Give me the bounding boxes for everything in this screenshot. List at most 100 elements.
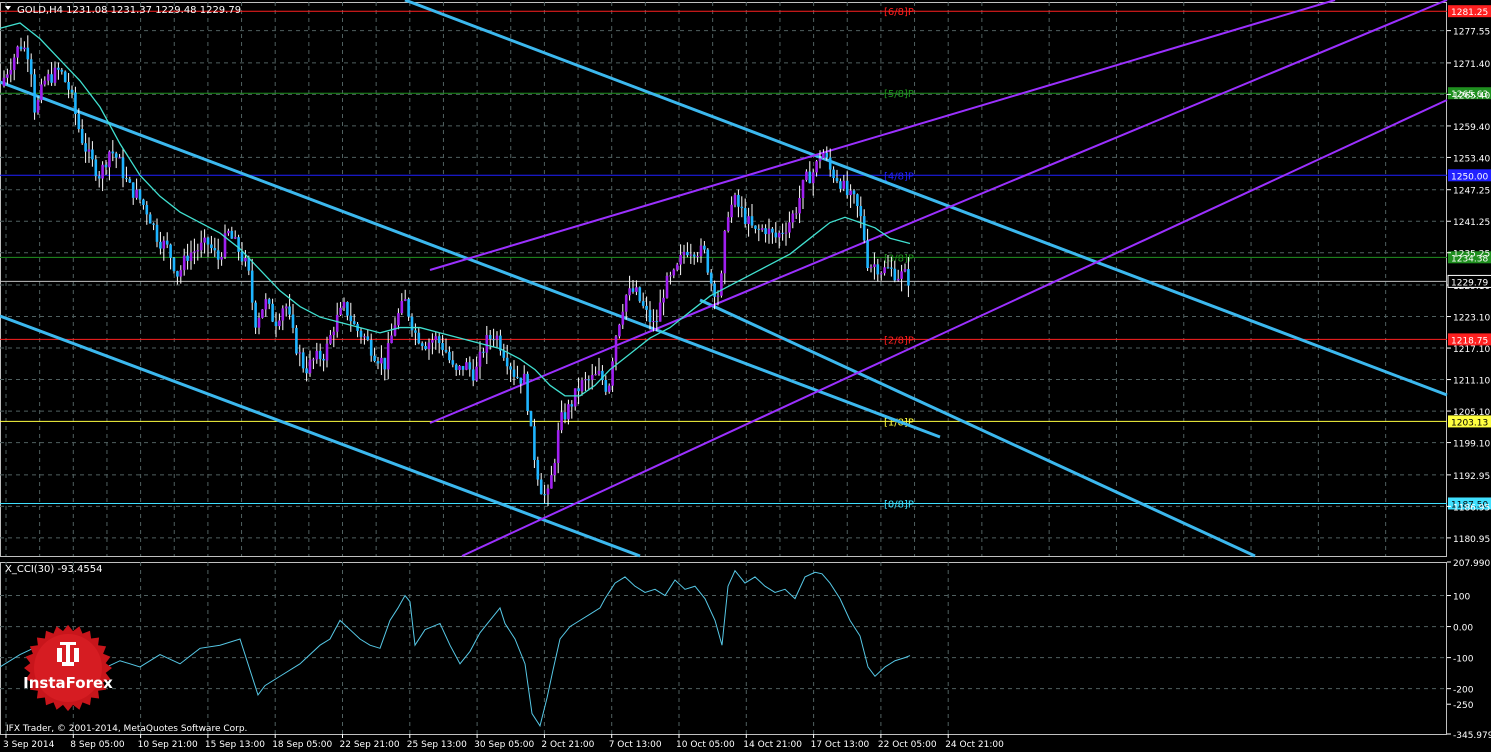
candle-body: [16, 46, 19, 58]
candle-body: [244, 257, 247, 262]
candle-body: [199, 242, 203, 251]
candle-body: [747, 216, 750, 224]
candle-body: [794, 213, 798, 215]
murrey-price-text: 1203.13: [1451, 418, 1488, 428]
candle-body: [414, 330, 417, 333]
candle-body: [233, 237, 237, 239]
candle-body: [509, 366, 512, 370]
candle-body: [441, 343, 444, 350]
candle-body: [322, 358, 325, 361]
candle-body: [461, 365, 465, 370]
candle-body: [597, 370, 601, 375]
candle-body: [57, 67, 60, 70]
chart-background: [0, 0, 1491, 752]
candle-body: [635, 287, 638, 292]
candle-body: [658, 302, 662, 322]
candle-body: [818, 158, 822, 162]
candle-body: [553, 463, 557, 476]
time-label: 10 Oct 05:00: [676, 740, 735, 750]
candle-body: [458, 365, 461, 370]
price-label: 1192.95: [1453, 472, 1490, 482]
candle-body: [900, 271, 903, 279]
candle-body: [427, 342, 431, 350]
candle-body: [482, 351, 485, 353]
candle-body: [665, 275, 669, 298]
candle-body: [26, 47, 30, 60]
candle-body: [91, 149, 94, 160]
candle-body: [679, 254, 682, 265]
candle-body: [359, 330, 363, 337]
price-label: 1199.10: [1453, 440, 1490, 450]
candle-body: [308, 359, 312, 374]
candle-body: [743, 208, 747, 224]
candle-body: [325, 343, 329, 361]
candle-body: [692, 254, 696, 257]
candle-body: [774, 232, 778, 238]
candle-body: [631, 288, 635, 292]
candle-body: [142, 199, 145, 205]
candle-body: [437, 336, 441, 344]
candle-body: [859, 206, 863, 217]
price-label: 1277.55: [1453, 28, 1490, 38]
candle-body: [652, 321, 655, 323]
candle-body: [465, 362, 468, 370]
candle-body: [227, 230, 230, 234]
candle-body: [556, 430, 560, 464]
candle-body: [512, 369, 516, 377]
time-label: 2 Oct 21:00: [541, 740, 594, 750]
candle-body: [706, 249, 710, 273]
candle-body: [907, 269, 910, 286]
candle-body: [131, 182, 135, 198]
time-label: 8 Sep 05:00: [70, 740, 125, 750]
candle-body: [138, 189, 142, 200]
candle-body: [108, 151, 111, 168]
candle-body: [580, 380, 584, 392]
candle-body: [815, 161, 818, 173]
murrey-label: [0/8]P: [884, 499, 914, 510]
candle-body: [46, 74, 50, 81]
candle-body: [159, 241, 162, 249]
candle-body: [760, 228, 764, 230]
candle-body: [781, 232, 784, 234]
candle-body: [638, 287, 642, 302]
candle-body: [832, 169, 835, 178]
candle-body: [709, 272, 713, 284]
candle-body: [267, 299, 271, 304]
candle-body: [492, 339, 495, 341]
candle-body: [689, 254, 693, 256]
time-label: 10 Sep 21:00: [138, 740, 198, 750]
candle-body: [40, 84, 43, 101]
candle-body: [162, 240, 166, 249]
candle-body: [257, 317, 261, 328]
cci-label: 207.9907: [1453, 559, 1491, 569]
candle-body: [896, 278, 900, 281]
candle-body: [264, 299, 268, 310]
candle-body: [84, 143, 87, 152]
candle-body: [424, 345, 427, 350]
candle-body: [128, 179, 132, 183]
murrey-label: [4/8]P: [884, 171, 914, 182]
candle-body: [764, 228, 767, 235]
candle-body: [70, 89, 74, 93]
candle-body: [808, 171, 812, 184]
candle-body: [12, 57, 16, 70]
candle-body: [2, 77, 6, 87]
time-label: 7 Oct 13:00: [609, 740, 662, 750]
candle-body: [335, 314, 339, 332]
candle-body: [352, 321, 356, 325]
price-label: 1253.40: [1453, 154, 1490, 164]
candle-body: [397, 313, 400, 326]
candle-body: [376, 361, 380, 364]
candle-body: [125, 178, 128, 180]
candle-body: [403, 299, 407, 301]
candle-body: [312, 359, 315, 361]
candle-body: [213, 248, 217, 251]
candle-body: [271, 303, 274, 322]
candle-body: [9, 69, 13, 75]
candle-body: [866, 240, 869, 269]
time-label: 15 Sep 13:00: [205, 740, 265, 750]
candle-body: [825, 152, 829, 158]
candle-body: [699, 245, 703, 257]
candle-body: [862, 216, 866, 241]
time-label: 3 Sep 2014: [3, 740, 55, 750]
